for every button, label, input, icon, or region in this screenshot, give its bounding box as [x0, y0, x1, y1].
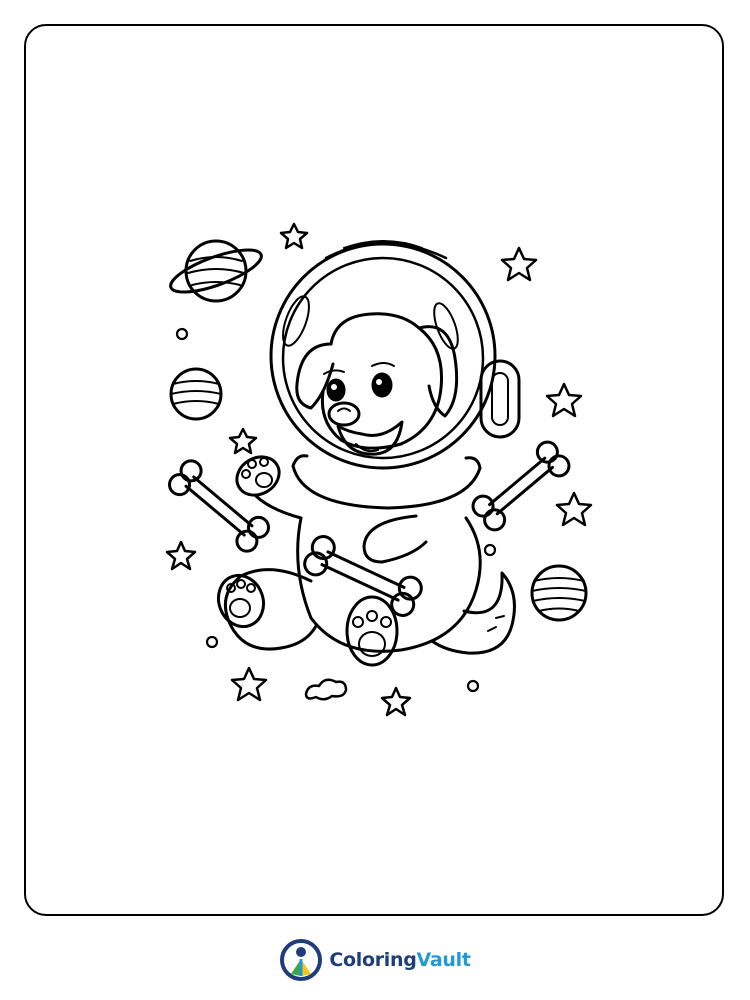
suit-collar — [291, 454, 482, 510]
star — [380, 686, 412, 717]
brand-name-part2: Vault — [416, 949, 471, 971]
star — [228, 427, 258, 455]
coloring-page-frame — [24, 24, 724, 916]
cloud — [304, 678, 348, 701]
striped-planet-right — [530, 564, 588, 622]
dog-right-leg — [345, 595, 399, 667]
star — [500, 246, 538, 282]
dog-tail — [430, 571, 516, 655]
bone-right — [471, 440, 571, 532]
dog-arm-left — [254, 494, 303, 520]
star — [279, 222, 309, 250]
star — [230, 666, 268, 702]
coloring-illustration — [165, 222, 593, 717]
dog-ear-left — [295, 342, 335, 410]
dog-arm-right — [362, 514, 428, 564]
striped-planet-left — [169, 367, 223, 421]
brand-wordmark[interactable]: ColoringVault — [329, 949, 471, 971]
star — [555, 491, 593, 527]
brand-name-part1: Coloring — [329, 949, 417, 971]
footer-brand: ColoringVault — [0, 930, 750, 990]
coloring-vault-logo-icon — [280, 939, 323, 981]
bone-left — [168, 459, 270, 553]
star — [545, 382, 583, 418]
ringed-planet — [169, 239, 263, 303]
star — [165, 540, 197, 571]
dog-paw-raised — [235, 455, 281, 497]
dog-head — [295, 312, 459, 456]
